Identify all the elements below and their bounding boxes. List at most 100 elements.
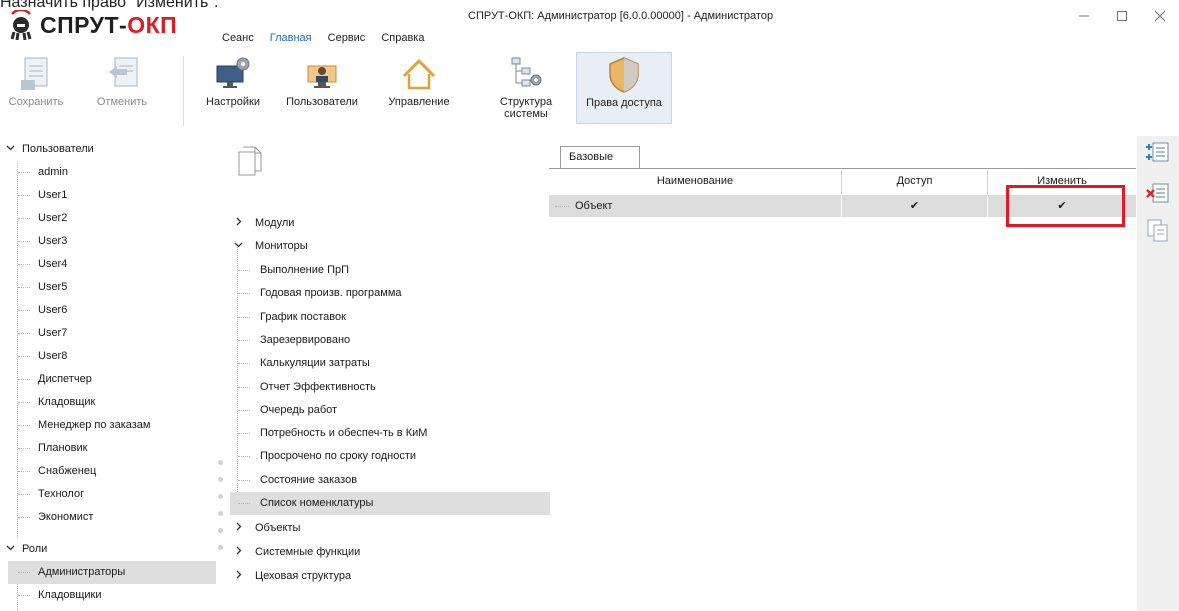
tree-node-monitors[interactable]: Мониторы — [216, 235, 550, 258]
app-logo: СПРУТ-ОКП — [6, 8, 177, 42]
tree-node-users[interactable]: Пользователи — [0, 138, 216, 161]
access-rights-button[interactable]: Права доступа — [576, 52, 672, 124]
window-controls — [1065, 4, 1179, 28]
splitter-dot — [218, 511, 223, 516]
system-structure-button[interactable]: Структура системы — [488, 52, 564, 124]
tree-item-user[interactable]: User7 — [8, 322, 216, 345]
maximize-icon[interactable] — [1103, 4, 1141, 28]
tree-node-shop-structure[interactable]: Цеховая структура — [216, 565, 550, 588]
roles-group-label: Роли — [22, 543, 48, 555]
tree-item-user[interactable]: admin — [8, 161, 216, 184]
tree-item-label: User6 — [38, 304, 68, 316]
users-button[interactable]: Пользователи — [282, 52, 362, 124]
tree-item-role-storekeepers[interactable]: Кладовщики — [8, 584, 216, 607]
tree-item-monitor[interactable]: Калькуляции затраты — [230, 352, 550, 375]
chevron-right-icon[interactable] — [234, 517, 243, 540]
tree-item-user[interactable]: Экономист — [8, 506, 216, 529]
tree-item-user[interactable]: User1 — [8, 184, 216, 207]
tree-item-label: Калькуляции затраты — [260, 357, 370, 370]
tree-item-monitor[interactable]: График поставок — [230, 306, 550, 329]
save-button[interactable]: Сохранить — [8, 52, 64, 124]
close-icon[interactable] — [1141, 4, 1179, 28]
tree-item-monitor[interactable]: Выполнение ПрП — [230, 259, 550, 282]
tree-item-label: Кладовщик — [38, 396, 96, 408]
right-toolbar — [1137, 136, 1179, 611]
tree-item-label: Годовая произв. программа — [260, 287, 402, 300]
document-icon — [238, 146, 262, 176]
modules-label: Модули — [255, 217, 295, 229]
tree-item-label: Технолог — [38, 488, 85, 500]
chevron-down-icon[interactable] — [6, 538, 15, 561]
tree-item-label: Состояние заказов — [260, 473, 358, 486]
tree-item-user[interactable]: User8 — [8, 345, 216, 368]
chevron-down-icon[interactable] — [234, 235, 243, 258]
shop-structure-label: Цеховая структура — [255, 570, 352, 582]
access-rights-label: Права доступа — [586, 97, 662, 109]
logo-text-left: СПРУТ- — [40, 11, 128, 38]
menu-service[interactable]: Сервис — [320, 30, 374, 46]
tree-item-label: admin — [38, 166, 68, 178]
tree-node-system-functions[interactable]: Системные функции — [216, 541, 550, 564]
objects-label: Объекты — [255, 522, 301, 534]
tree-item-monitor[interactable]: Зарезервировано — [230, 329, 550, 352]
shield-icon — [604, 55, 644, 95]
edit-right-highlight-frame — [1006, 185, 1125, 227]
menu-session[interactable]: Сеанс — [214, 30, 262, 46]
tree-item-user[interactable]: Снабженец — [8, 460, 216, 483]
tree-item-monitor[interactable]: Отчет Эффективность — [230, 376, 550, 399]
tree-item-label: Диспетчер — [38, 373, 92, 385]
delete-icon[interactable] — [1146, 181, 1170, 205]
tree-item-monitor[interactable]: Годовая произв. программа — [230, 282, 550, 305]
tree-item-user[interactable]: User5 — [8, 276, 216, 299]
column-header-name[interactable]: Наименование — [549, 170, 841, 192]
tree-node-modules[interactable]: Модули — [216, 212, 550, 235]
tree-item-label: User2 — [38, 212, 68, 224]
users-roles-tree: Пользователи admin User1 User2 User3 User4 Us… — [0, 138, 216, 611]
menu-help[interactable]: Справка — [373, 30, 432, 46]
tree-item-monitor[interactable]: Состояние заказов — [230, 469, 550, 492]
settings-button[interactable]: Настройки — [198, 52, 268, 124]
cancel-button[interactable]: Отменить — [84, 52, 160, 124]
tree-item-label: График поставок — [260, 310, 346, 323]
chevron-down-icon[interactable] — [6, 138, 15, 161]
chevron-right-icon[interactable] — [234, 565, 243, 588]
tree-item-monitor[interactable]: Потребность и обеспеч-ть в КиМ — [230, 422, 550, 445]
tree-item-monitor[interactable]: Просрочено по сроку годности — [230, 445, 550, 468]
tree-item-user[interactable]: User6 — [8, 299, 216, 322]
tree-node-objects[interactable]: Объекты — [216, 517, 550, 540]
monitors-label: Мониторы — [255, 240, 308, 252]
chevron-right-icon[interactable] — [234, 212, 243, 235]
column-header-access[interactable]: Доступ — [842, 170, 987, 192]
ribbon-separator — [183, 56, 184, 126]
tree-item-user[interactable]: Диспетчер — [8, 368, 216, 391]
tree-item-label: Плановик — [38, 442, 88, 454]
access-checkbox[interactable]: ✔ — [842, 195, 987, 217]
copy-icon[interactable] — [1146, 218, 1170, 242]
window-title: СПРУТ-ОКП: Администратор [6.0.0.00000] -… — [468, 10, 774, 22]
tab-basic[interactable]: Базовые — [560, 146, 641, 168]
tree-item-user[interactable]: Плановик — [8, 437, 216, 460]
management-button[interactable]: Управление — [378, 52, 460, 124]
add-rows-icon[interactable] — [1146, 140, 1170, 164]
tree-item-label: Просрочено по сроку годности — [260, 450, 417, 463]
tree-item-monitor[interactable]: Список номенклатуры — [230, 492, 550, 515]
tree-item-user[interactable]: User4 — [8, 253, 216, 276]
tree-item-label: User8 — [38, 350, 68, 362]
tree-item-user[interactable]: Менеджер по заказам — [8, 414, 216, 437]
app-window: Назначить право "Изменить": СПРУТ-ОКП Се… — [0, 0, 1179, 611]
tree-item-label: Список номенклатуры — [260, 497, 374, 509]
tree-item-user[interactable]: Технолог — [8, 483, 216, 506]
menu-main[interactable]: Главная — [262, 30, 320, 46]
tree-item-user[interactable]: User2 — [8, 207, 216, 230]
tree-item-user[interactable]: Кладовщик — [8, 391, 216, 414]
user-monitor-icon — [302, 54, 342, 94]
tree-item-user[interactable]: User3 — [8, 230, 216, 253]
minimize-icon[interactable] — [1065, 4, 1103, 28]
tree-item-role-administrators[interactable]: Администраторы — [8, 561, 216, 584]
tree-item-monitor[interactable]: Очередь работ — [230, 399, 550, 422]
tree-item-label: Выполнение ПрП — [260, 264, 350, 276]
chevron-right-icon[interactable] — [234, 541, 243, 564]
octopus-logo-icon — [10, 10, 32, 40]
hierarchy-gear-icon — [506, 54, 546, 94]
tree-node-roles[interactable]: Роли — [0, 538, 216, 561]
